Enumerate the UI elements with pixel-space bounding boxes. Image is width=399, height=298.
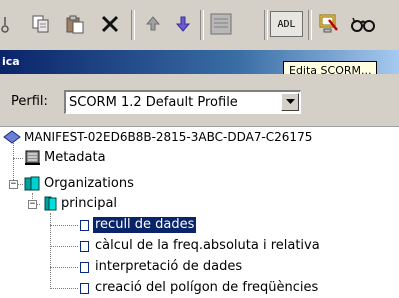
tree-item-metadata[interactable]: Metadata — [24, 148, 108, 168]
tree-item-label: càlcul de la freq.absoluta i relativa — [95, 238, 320, 253]
tree-root-manifest[interactable]: MANIFEST-02ED6B8B-2815-3ABC-DDA7-C26175 — [2, 127, 314, 147]
organization-icon — [44, 196, 57, 211]
manifest-icon — [3, 130, 21, 144]
item-icon — [80, 261, 89, 273]
tree-item-label: Organizations — [44, 176, 134, 191]
adl-button[interactable]: ADL — [270, 11, 303, 37]
tree-item-calcul[interactable]: càlcul de la freq.absoluta i relativa — [80, 236, 322, 256]
edit-scorm-icon[interactable] — [316, 11, 342, 37]
tree-item-organizations[interactable]: Organizations — [24, 174, 136, 194]
collapse-icon[interactable]: − — [9, 180, 18, 189]
tree-item-label: recull de dades — [93, 217, 197, 233]
delete-icon[interactable] — [97, 11, 123, 37]
move-up-icon[interactable] — [140, 11, 166, 37]
organizations-icon — [24, 176, 40, 191]
item-icon — [80, 219, 89, 231]
tree-item-poligon[interactable]: creació del polígon de freqüències — [80, 278, 320, 298]
copy-icon[interactable] — [28, 11, 54, 37]
cut-icon[interactable] — [0, 11, 12, 37]
chevron-down-icon[interactable] — [281, 93, 299, 111]
item-icon — [80, 240, 89, 252]
profile-dropdown[interactable]: SCORM 1.2 Default Profile — [64, 90, 301, 114]
tree-item-label: Metadata — [44, 150, 106, 165]
manifest-tree: MANIFEST-02ED6B8B-2815-3ABC-DDA7-C26175 … — [0, 127, 399, 295]
profile-selected-value: SCORM 1.2 Default Profile — [69, 95, 238, 110]
tree-item-recull-de-dades[interactable]: recull de dades — [80, 215, 197, 235]
profile-panel: Perfil: SCORM 1.2 Default Profile — [0, 74, 399, 127]
toolbar: ADL — [0, 0, 399, 51]
tree-item-label: principal — [61, 196, 118, 211]
preview-icon[interactable] — [350, 11, 376, 37]
tree-item-interpretacio[interactable]: interpretació de dades — [80, 257, 244, 277]
profile-label: Perfil: — [11, 94, 48, 109]
metadata-icon — [25, 150, 40, 165]
tree-item-principal[interactable]: principal — [43, 194, 119, 214]
item-icon — [80, 282, 89, 294]
paste-icon[interactable] — [62, 11, 88, 37]
document-icon[interactable] — [206, 11, 236, 37]
tree-item-label: interpretació de dades — [95, 259, 243, 274]
move-down-icon[interactable] — [170, 11, 196, 37]
collapse-icon[interactable]: − — [28, 200, 37, 209]
window-title: ica — [2, 55, 20, 68]
tree-root-label: MANIFEST-02ED6B8B-2815-3ABC-DDA7-C26175 — [24, 130, 313, 144]
